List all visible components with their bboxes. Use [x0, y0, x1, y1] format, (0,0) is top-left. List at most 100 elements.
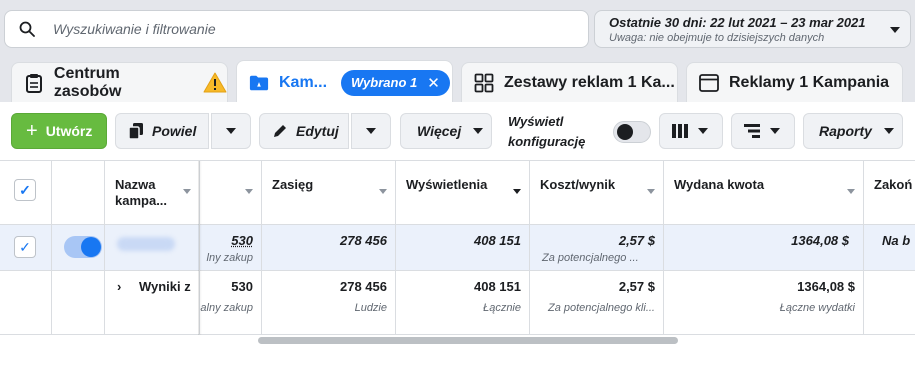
tab-resource-center[interactable]: Centrum zasobów [11, 62, 228, 102]
select-all-cell: ✓ [0, 161, 52, 225]
chevron-right-icon[interactable]: › [117, 279, 121, 294]
campaign-name-cell[interactable] [105, 225, 200, 271]
amount-value: 1364,08 $ [791, 233, 849, 248]
column-header-label: Zakoń [874, 177, 913, 192]
row-toggle-cell [52, 225, 105, 271]
chevron-down-icon [698, 128, 708, 134]
column-header-results[interactable] [200, 161, 262, 225]
chevron-down-icon [473, 128, 484, 134]
totals-label: Wyniki z [138, 279, 191, 294]
chevron-down-icon [883, 128, 894, 134]
campaigns-panel: + Utwórz Powiel Edytuj Więcej Wyświetl k… [0, 102, 915, 388]
totals-results-sub: alny zakup [200, 302, 253, 314]
edit-dropdown[interactable] [351, 113, 391, 149]
reports-button[interactable]: Raporty [803, 113, 903, 149]
columns-icon [672, 124, 688, 138]
sort-icon[interactable] [847, 189, 855, 194]
create-button[interactable]: + Utwórz [11, 113, 107, 149]
show-config-toggle[interactable] [613, 121, 651, 143]
search-bar[interactable] [4, 10, 589, 48]
sort-icon[interactable] [183, 189, 191, 194]
totals-reach-cell: 278 456 Ludzie [262, 271, 396, 335]
create-label: Utwórz [45, 123, 93, 139]
column-header-label: Wydana kwota [674, 177, 765, 192]
totals-ends-cell [864, 271, 915, 335]
close-icon[interactable]: ✕ [427, 74, 440, 92]
results-sub: lny zakup [206, 252, 253, 264]
totals-reach-value: 278 456 [340, 279, 387, 294]
frozen-column-divider [198, 161, 202, 335]
column-header-name[interactable]: Nazwa kampa... [105, 161, 200, 225]
more-button[interactable]: Więcej [400, 113, 492, 149]
totals-blank-cell [52, 271, 105, 335]
column-header-label: Koszt/wynik [540, 177, 616, 192]
cost-per-result-cell: 2,57 $ Za potencjalnego ... [530, 225, 664, 271]
select-all-checkbox[interactable]: ✓ [14, 179, 36, 201]
campaign-name-redacted [117, 237, 175, 251]
pencil-icon [274, 125, 286, 137]
edit-button[interactable]: Edytuj [259, 113, 349, 149]
more-label: Więcej [417, 123, 462, 139]
campaign-status-toggle[interactable] [64, 236, 102, 258]
column-header-reach[interactable]: Zasięg [262, 161, 396, 225]
tab-ad-sets[interactable]: Zestawy reklam 1 Ka... [461, 62, 678, 102]
totals-amount-cell: 1364,08 $ Łączne wydatki [664, 271, 864, 335]
folder-icon [249, 73, 269, 93]
totals-blank-cell [0, 271, 52, 335]
cost-value: 2,57 $ [618, 233, 655, 248]
columns-button[interactable] [659, 113, 723, 149]
selected-badge-label: Wybrano 1 [351, 75, 418, 90]
totals-amount-sub: Łączne wydatki [779, 302, 855, 314]
column-header-ends[interactable]: Zakoń [864, 161, 915, 225]
sort-icon[interactable] [513, 189, 521, 194]
column-header-label: Wyświetlenia [406, 177, 488, 192]
reach-value: 278 456 [340, 233, 387, 248]
totals-impressions-sub: Łącznie [483, 302, 521, 314]
warning-icon [203, 72, 227, 93]
ends-cell: Na b [864, 225, 915, 271]
selected-badge[interactable]: Wybrano 1 ✕ [341, 69, 450, 96]
chevron-down-icon [366, 128, 376, 134]
sort-icon[interactable] [379, 189, 387, 194]
chevron-down-icon [890, 27, 900, 33]
search-input[interactable] [53, 21, 553, 37]
duplicate-button[interactable]: Powiel [115, 113, 209, 149]
totals-cost-sub: Za potencjalnego kli... [547, 302, 655, 314]
tab-label: Reklamy 1 Kampania [729, 73, 890, 91]
totals-label-cell[interactable]: › Wyniki z [105, 271, 200, 335]
row-checkbox[interactable]: ✓ [14, 236, 36, 258]
column-header-label: Nazwa kampa... [115, 177, 168, 208]
duplicate-dropdown[interactable] [211, 113, 251, 149]
breakdown-button[interactable] [731, 113, 795, 149]
column-header-label: Zasięg [272, 177, 314, 192]
chevron-down-icon [226, 128, 236, 134]
totals-results-value: 530 [231, 279, 253, 294]
tab-label: Centrum zasobów [53, 64, 122, 100]
tab-label: Kam... [279, 73, 328, 91]
column-header-amount-spent[interactable]: Wydana kwota [664, 161, 864, 225]
column-header-cost-per-result[interactable]: Koszt/wynik [530, 161, 664, 225]
sort-icon[interactable] [245, 189, 253, 194]
edit-label: Edytuj [296, 123, 339, 139]
totals-impressions-value: 408 151 [474, 279, 521, 294]
amount-spent-cell: 1364,08 $ [664, 225, 864, 271]
reach-cell: 278 456 [262, 225, 396, 271]
copy-icon [128, 123, 143, 140]
date-range-label: Ostatnie 30 dni: 22 lut 2021 – 23 mar 20… [609, 15, 866, 30]
totals-amount-value: 1364,08 $ [797, 279, 855, 294]
totals-cost-cell: 2,57 $ Za potencjalnego kli... [530, 271, 664, 335]
sort-icon[interactable] [647, 189, 655, 194]
reports-label: Raporty [819, 123, 872, 139]
column-header-impressions[interactable]: Wyświetlenia [396, 161, 530, 225]
chevron-down-icon [770, 128, 780, 134]
breakdown-icon [744, 124, 760, 138]
cost-sub: Za potencjalnego ... [542, 252, 639, 264]
totals-reach-sub: Ludzie [354, 302, 387, 314]
horizontal-scrollbar[interactable] [258, 337, 678, 344]
tab-ads[interactable]: Reklamy 1 Kampania [686, 62, 903, 102]
date-range-picker[interactable]: Ostatnie 30 dni: 22 lut 2021 – 23 mar 20… [594, 10, 911, 48]
tab-campaigns[interactable]: Kam... Wybrano 1 ✕ [236, 60, 453, 104]
row-select-cell: ✓ [0, 225, 52, 271]
toggle-header [52, 161, 105, 225]
totals-results-cell: 530 alny zakup [200, 271, 262, 335]
